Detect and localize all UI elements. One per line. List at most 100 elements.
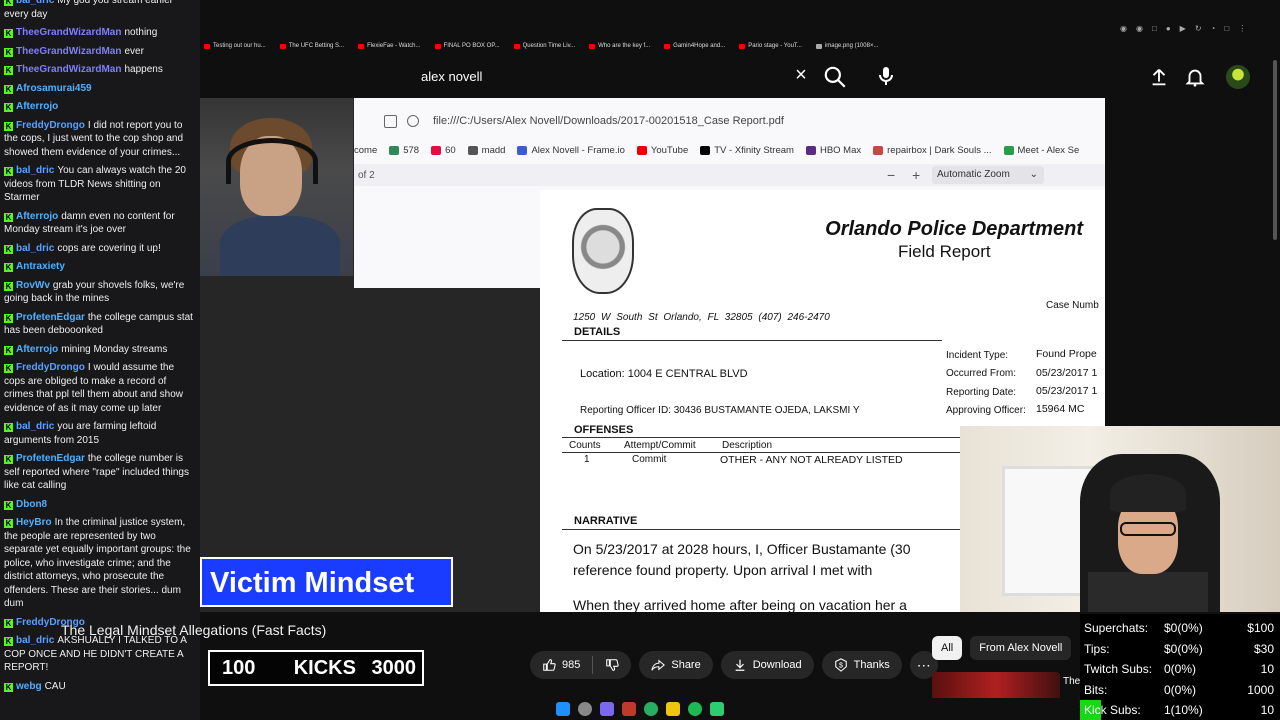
upload-icon[interactable] (1148, 66, 1170, 88)
bookmark-favicon-icon (700, 145, 711, 155)
bookmark[interactable]: repairbox | Dark Souls ... (873, 145, 992, 156)
browser-tab[interactable]: Testing out our hu... (204, 40, 266, 52)
chat-username[interactable]: bal_dric (16, 165, 54, 176)
windows-start-icon[interactable] (556, 702, 570, 716)
bookmark-label: TV - Xfinity Stream (714, 144, 794, 156)
chat-username[interactable]: ProfetenEdgar (16, 453, 85, 464)
search-icon[interactable] (578, 702, 592, 716)
extension-icon[interactable]: ◉ (1136, 24, 1143, 36)
goal-target: 1000 (1247, 682, 1274, 697)
browser-tab[interactable]: Who are the key f... (589, 40, 650, 52)
like-dislike-button[interactable]: 985 (530, 651, 632, 679)
related-video-title[interactable]: The (1063, 676, 1080, 687)
microphone-icon[interactable] (874, 64, 898, 88)
kick-badge-icon: K (4, 455, 13, 464)
chat-message: K Afterrojo (4, 100, 196, 114)
extension-icon[interactable]: ◉ (1120, 24, 1127, 36)
kick-badge-icon: K (4, 682, 13, 692)
thumbs-up-icon[interactable] (542, 658, 556, 672)
bookmark-label: Meet - Alex Se (1017, 144, 1080, 156)
thumbs-down-icon[interactable] (605, 658, 620, 672)
incident-type-value: Found Prope (1036, 348, 1097, 360)
chat-text: CAU (44, 680, 66, 692)
chip-all[interactable]: All (932, 636, 963, 660)
browser-tab[interactable]: FINAL PO BOX OP... (434, 40, 500, 52)
tab-title: The UFC Betting S... (288, 43, 345, 49)
browser-tab[interactable]: Pario stage - YouT... (739, 40, 802, 52)
search-input[interactable]: alex novell (408, 69, 820, 84)
chat-username[interactable]: FreddyDrongo (16, 362, 85, 373)
chat-username[interactable]: Afterrojo (16, 211, 58, 222)
zoom-select[interactable]: Automatic Zoom ⌄ (932, 166, 1044, 184)
page-info-icon[interactable] (384, 114, 397, 128)
bookmark[interactable]: HBO Max (805, 145, 861, 156)
zoom-in-icon[interactable]: + (912, 167, 920, 183)
chat-username[interactable]: Afrosamurai459 (16, 83, 92, 94)
chat-username[interactable]: bal_dric (16, 635, 54, 646)
chat-username[interactable]: Afterrojo (16, 101, 58, 112)
browser-tab[interactable]: image.png (1008×... (815, 40, 878, 52)
donation-goals-panel: Superchats: $0(0%) $100 Tips: $0(0%) $30 Twitc… (1080, 614, 1280, 720)
kick-badge-icon: K (4, 167, 13, 176)
chat-username[interactable]: Antraxiety (16, 261, 65, 272)
bookmark[interactable]: TV - Xfinity Stream (700, 145, 794, 156)
bookmark[interactable]: 578 (389, 145, 419, 156)
chat-message: K ProfetenEdgar the college number is self… (4, 452, 196, 493)
download-icon (735, 659, 745, 671)
chat-username[interactable]: Afterrojo (16, 344, 58, 355)
chat-username[interactable]: Dbon8 (16, 499, 47, 510)
chat-username[interactable]: RovWv (16, 280, 50, 291)
account-avatar[interactable] (1226, 65, 1250, 89)
browser-tab[interactable]: The UFC Betting S... (279, 40, 345, 52)
menu-icon[interactable]: ⋮ (1238, 24, 1246, 36)
extension-icon[interactable]: ● (1166, 24, 1171, 36)
bookmark[interactable]: 60 (431, 145, 456, 156)
chat-username[interactable]: TheeGrandWizardMan (16, 27, 121, 38)
extension-icon[interactable]: □ (1152, 24, 1157, 36)
extension-icon[interactable]: ↻ (1195, 24, 1202, 36)
browser-tab[interactable]: Question Time Liv... (513, 40, 575, 52)
address-bar[interactable]: file:///C:/Users/Alex Novell/Downloads/2… (354, 106, 1105, 136)
extension-icon[interactable]: ◔ (1211, 24, 1216, 36)
chat-message: K ProfetenEdgar the college campus stat ha… (4, 311, 196, 338)
bookmark-favicon-icon (431, 145, 442, 155)
chat-username[interactable]: ProfetenEdgar (16, 312, 85, 323)
folder-icon[interactable] (666, 702, 680, 716)
clear-search-icon[interactable]: × (790, 64, 812, 86)
chat-username[interactable]: FreddyDrongo (16, 120, 85, 131)
extension-icon[interactable]: □ (1224, 24, 1229, 36)
thanks-button[interactable]: $ Thanks (821, 651, 902, 679)
browser-tab[interactable]: Gamin4Hope and... (664, 40, 725, 52)
chrome-icon[interactable] (644, 702, 658, 716)
page-scrollbar[interactable] (1273, 60, 1277, 240)
obs-icon[interactable] (622, 702, 636, 716)
xbox-icon[interactable] (710, 702, 724, 716)
chat-username[interactable]: bal_dric (16, 0, 54, 6)
chat-username[interactable]: webg (16, 681, 42, 692)
chat-username[interactable]: bal_dric (16, 421, 54, 432)
bookmark[interactable]: Alex Novell - Frame.io (517, 145, 625, 156)
bookmark[interactable]: Meet - Alex Se (1003, 144, 1080, 156)
bookmark[interactable]: madd (467, 145, 505, 156)
chat-username[interactable]: TheeGrandWizardMan (16, 46, 121, 57)
kick-badge-icon: K (4, 103, 13, 112)
spotify-icon[interactable] (688, 702, 702, 716)
chat-username[interactable]: bal_dric (16, 243, 54, 254)
search-icon[interactable] (822, 64, 848, 90)
search-box[interactable]: alex novell × (408, 60, 820, 92)
divider (562, 340, 942, 341)
chat-username[interactable]: HeyBro (16, 517, 52, 528)
browser-tab[interactable]: FlexieFae - Watch... (358, 40, 421, 52)
download-button[interactable]: Download (720, 651, 814, 679)
chip-from-channel[interactable]: From Alex Novell (970, 636, 1072, 660)
bookmark[interactable]: YouTube (636, 145, 688, 156)
headphones (226, 138, 318, 184)
share-button[interactable]: Share (639, 651, 713, 679)
bookmark[interactable]: come (354, 145, 377, 156)
discord-icon[interactable] (600, 702, 614, 716)
extension-icon[interactable]: ▶ (1180, 24, 1186, 36)
chat-username[interactable]: TheeGrandWizardMan (16, 64, 121, 75)
notifications-bell-icon[interactable] (1184, 66, 1206, 88)
pdf-url[interactable]: file:///C:/Users/Alex Novell/Downloads/2… (433, 115, 784, 127)
zoom-out-icon[interactable]: − (887, 167, 895, 183)
